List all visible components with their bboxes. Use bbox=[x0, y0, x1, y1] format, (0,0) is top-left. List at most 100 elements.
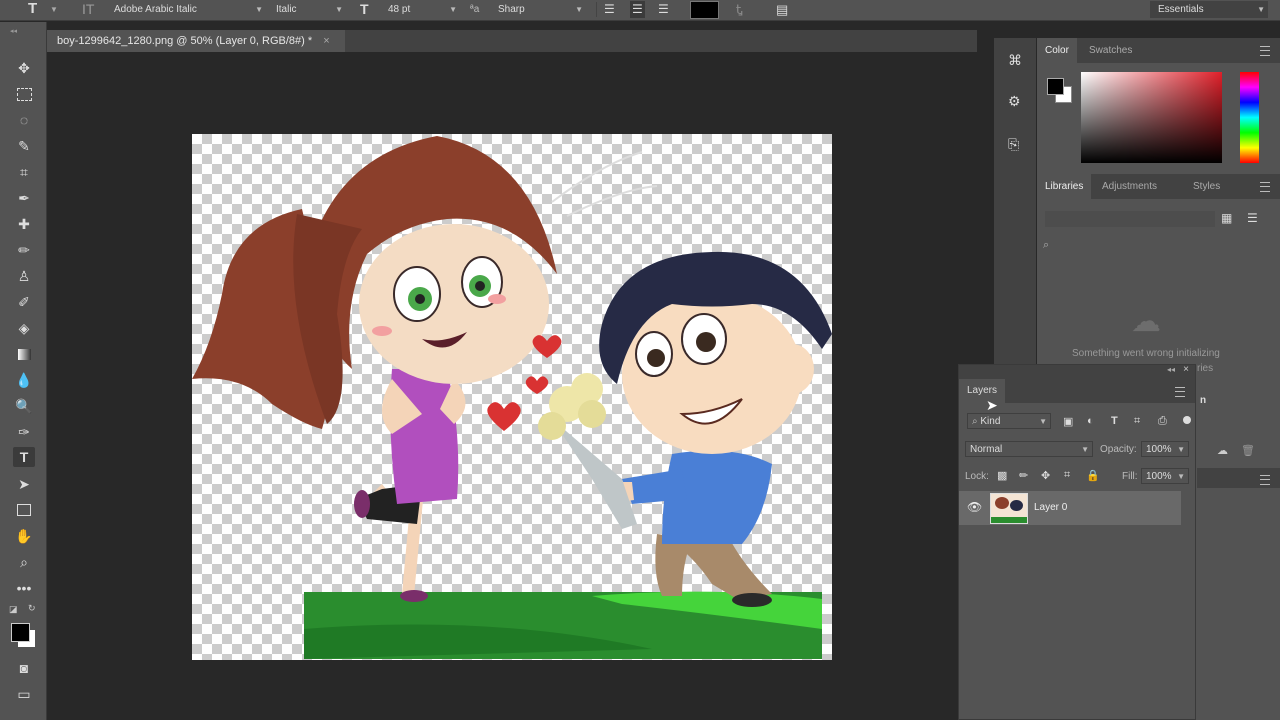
text-orientation-icon[interactable]: IT bbox=[82, 1, 94, 18]
dodge-tool-icon[interactable]: 🔍 bbox=[13, 396, 35, 416]
healing-brush-tool-icon[interactable]: ✚ bbox=[13, 214, 35, 234]
delete-icon[interactable]: 🗑 bbox=[1241, 444, 1255, 457]
history-brush-tool-icon[interactable]: ✐ bbox=[13, 292, 35, 312]
filter-toggle-icon[interactable] bbox=[1183, 416, 1191, 424]
lock-position-icon[interactable]: ✥ bbox=[1041, 469, 1050, 482]
tab-adjustments[interactable]: Adjustments bbox=[1094, 174, 1165, 199]
close-tab-icon[interactable]: × bbox=[323, 35, 329, 47]
artwork-illustration bbox=[192, 136, 832, 659]
pen-tool-icon[interactable]: ✑ bbox=[13, 422, 35, 442]
tab-libraries[interactable]: Libraries bbox=[1037, 174, 1092, 199]
layers-panel-drag-bar[interactable]: ◂◂ × bbox=[959, 364, 1195, 379]
lock-image-pixels-icon[interactable]: ✏ bbox=[1019, 469, 1028, 482]
panel-menu-icon[interactable] bbox=[1175, 387, 1185, 397]
options-bar: T ▼ IT Adobe Arabic Italic ▼ Italic ▼ T … bbox=[0, 0, 1280, 21]
pixel-filter-icon[interactable]: ▣ bbox=[1063, 415, 1073, 428]
align-left-icon[interactable]: ☰ bbox=[604, 1, 615, 18]
color-field[interactable] bbox=[1081, 72, 1222, 163]
smart-object-filter-icon[interactable]: ⎙ bbox=[1158, 415, 1167, 428]
font-style-select[interactable]: Italic ▼ bbox=[276, 1, 346, 18]
default-colors-icon[interactable]: ◪ bbox=[9, 604, 18, 615]
fill-input[interactable]: 100% ▼ bbox=[1141, 468, 1189, 484]
tab-styles[interactable]: Styles bbox=[1185, 174, 1228, 199]
list-view-icon[interactable]: ☰ bbox=[1247, 211, 1258, 225]
grid-view-icon[interactable]: ▦ bbox=[1221, 211, 1232, 225]
panel-menu-icon[interactable] bbox=[1260, 46, 1270, 56]
hue-slider[interactable] bbox=[1240, 72, 1259, 163]
type-tool-icon[interactable]: T bbox=[28, 0, 37, 17]
fill-value: 100% bbox=[1146, 471, 1172, 482]
collapse-toolbox-icon[interactable]: ◂◂ bbox=[10, 27, 17, 35]
foreground-color-swatch[interactable] bbox=[1047, 78, 1064, 95]
fill-label: Fill: bbox=[1122, 471, 1138, 482]
lock-all-icon[interactable]: 🔒 bbox=[1086, 469, 1100, 482]
collapsed-panel-header bbox=[1197, 468, 1280, 488]
character-panel-icon[interactable]: ▤ bbox=[776, 1, 788, 18]
adjustment-filter-icon[interactable]: ◐ bbox=[1087, 415, 1094, 427]
document-canvas[interactable] bbox=[192, 134, 832, 660]
layer-filter-select[interactable]: ⌕ Kind ▼ bbox=[967, 413, 1051, 429]
more-tools-icon[interactable]: ••• bbox=[13, 578, 35, 598]
character-panel-icon[interactable]: ⎘ bbox=[1008, 136, 1019, 153]
marquee-tool-icon[interactable] bbox=[13, 84, 35, 104]
eyedropper-tool-icon[interactable]: ✒ bbox=[13, 188, 35, 208]
foreground-color-swatch[interactable] bbox=[11, 623, 30, 642]
document-tab[interactable]: boy-1299642_1280.png @ 50% (Layer 0, RGB… bbox=[47, 30, 345, 52]
align-center-icon[interactable]: ☰ bbox=[630, 1, 645, 18]
eye-icon[interactable]: 👁 bbox=[967, 500, 982, 514]
library-search-input[interactable] bbox=[1057, 237, 1257, 251]
warp-text-icon[interactable]: Ꮏ bbox=[736, 1, 743, 18]
font-size-select[interactable]: 48 pt ▼ bbox=[388, 1, 460, 18]
layer-name[interactable]: Layer 0 bbox=[1034, 502, 1067, 513]
lasso-tool-icon[interactable]: ◌ bbox=[13, 110, 35, 130]
panel-menu-icon[interactable] bbox=[1260, 475, 1270, 485]
close-icon[interactable]: × bbox=[1183, 364, 1189, 375]
workspace-value: Essentials bbox=[1158, 4, 1204, 15]
antialias-select[interactable]: Sharp ▼ bbox=[498, 1, 586, 18]
workspace-select[interactable]: Essentials ▼ bbox=[1150, 1, 1268, 18]
tab-swatches[interactable]: Swatches bbox=[1081, 38, 1140, 63]
blur-tool-icon[interactable]: 💧 bbox=[13, 370, 35, 390]
shape-filter-icon[interactable]: ⌗ bbox=[1134, 415, 1140, 428]
swap-colors-icon[interactable]: ↻ bbox=[28, 603, 36, 614]
layer-row[interactable]: 👁 Layer 0 bbox=[959, 491, 1181, 525]
quick-mask-icon[interactable]: ◙ bbox=[13, 658, 35, 678]
layers-panel: ◂◂ × Layers ⌕ Kind ▼ ▣ ◐ T ⌗ ⎙ Normal ▼ … bbox=[958, 364, 1196, 720]
collapse-icon[interactable]: ◂◂ bbox=[1167, 365, 1175, 374]
quick-selection-tool-icon[interactable]: ✎ bbox=[13, 136, 35, 156]
cloud-sync-icon[interactable]: ☁ bbox=[1217, 444, 1228, 457]
chevron-down-icon: ▼ bbox=[1177, 472, 1185, 481]
gradient-tool-icon[interactable] bbox=[13, 344, 35, 364]
rectangle-tool-icon[interactable] bbox=[13, 500, 35, 520]
opacity-input[interactable]: 100% ▼ bbox=[1141, 441, 1189, 457]
zoom-tool-icon[interactable]: ⌕ bbox=[13, 552, 35, 572]
tab-color[interactable]: Color bbox=[1037, 38, 1077, 63]
text-color-swatch[interactable] bbox=[690, 1, 719, 19]
color-panel-tabs: Color Swatches bbox=[1037, 38, 1280, 63]
library-error-message: Something went wrong initializing bbox=[1072, 348, 1220, 359]
type-tool-icon[interactable]: T bbox=[13, 447, 35, 467]
move-tool-icon[interactable]: ✥ bbox=[13, 58, 35, 78]
screen-mode-icon[interactable]: ▭ bbox=[13, 684, 35, 704]
clone-stamp-tool-icon[interactable]: ♙ bbox=[13, 266, 35, 286]
chevron-down-icon: ▼ bbox=[1177, 445, 1185, 454]
crop-tool-icon[interactable]: ⌗ bbox=[13, 162, 35, 182]
tool-preset-dropdown-icon[interactable]: ▼ bbox=[50, 1, 58, 18]
font-family-select[interactable]: Adobe Arabic Italic ▼ bbox=[114, 1, 266, 18]
align-right-icon[interactable]: ☰ bbox=[658, 1, 669, 18]
font-family-value: Adobe Arabic Italic bbox=[114, 4, 197, 15]
library-select[interactable] bbox=[1045, 211, 1215, 227]
history-panel-icon[interactable]: ⌘ bbox=[1008, 52, 1022, 69]
prevent-autonest-icon[interactable]: ⌗ bbox=[1064, 469, 1070, 482]
blend-mode-select[interactable]: Normal ▼ bbox=[965, 441, 1093, 457]
tab-layers[interactable]: Layers bbox=[959, 379, 1006, 403]
lock-transparent-pixels-icon[interactable]: ▩ bbox=[997, 469, 1007, 482]
properties-panel-icon[interactable]: ⚙ bbox=[1008, 93, 1021, 110]
brush-tool-icon[interactable]: ✏ bbox=[13, 240, 35, 260]
hand-tool-icon[interactable]: ✋ bbox=[13, 526, 35, 546]
library-error-link[interactable]: n bbox=[1200, 395, 1206, 406]
panel-menu-icon[interactable] bbox=[1260, 182, 1270, 192]
eraser-tool-icon[interactable]: ◈ bbox=[13, 318, 35, 338]
type-filter-icon[interactable]: T bbox=[1111, 415, 1118, 427]
path-selection-tool-icon[interactable]: ➤ bbox=[13, 474, 35, 494]
